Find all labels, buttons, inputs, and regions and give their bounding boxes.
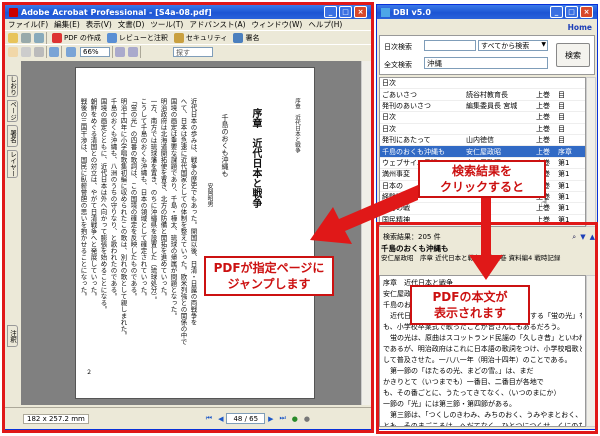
callout-pdf-jump: PDFが指定ページに ジャンプします xyxy=(204,256,334,296)
arrow-down xyxy=(469,196,503,280)
arrow-to-pdf xyxy=(310,185,418,244)
callout-text-shown: PDFの本文が 表示されます xyxy=(410,285,530,325)
mouse-cursor-icon: ☝ xyxy=(541,196,549,210)
callout-click-result: 検索結果を クリックすると xyxy=(418,160,546,198)
annotation-arrows xyxy=(310,185,503,280)
